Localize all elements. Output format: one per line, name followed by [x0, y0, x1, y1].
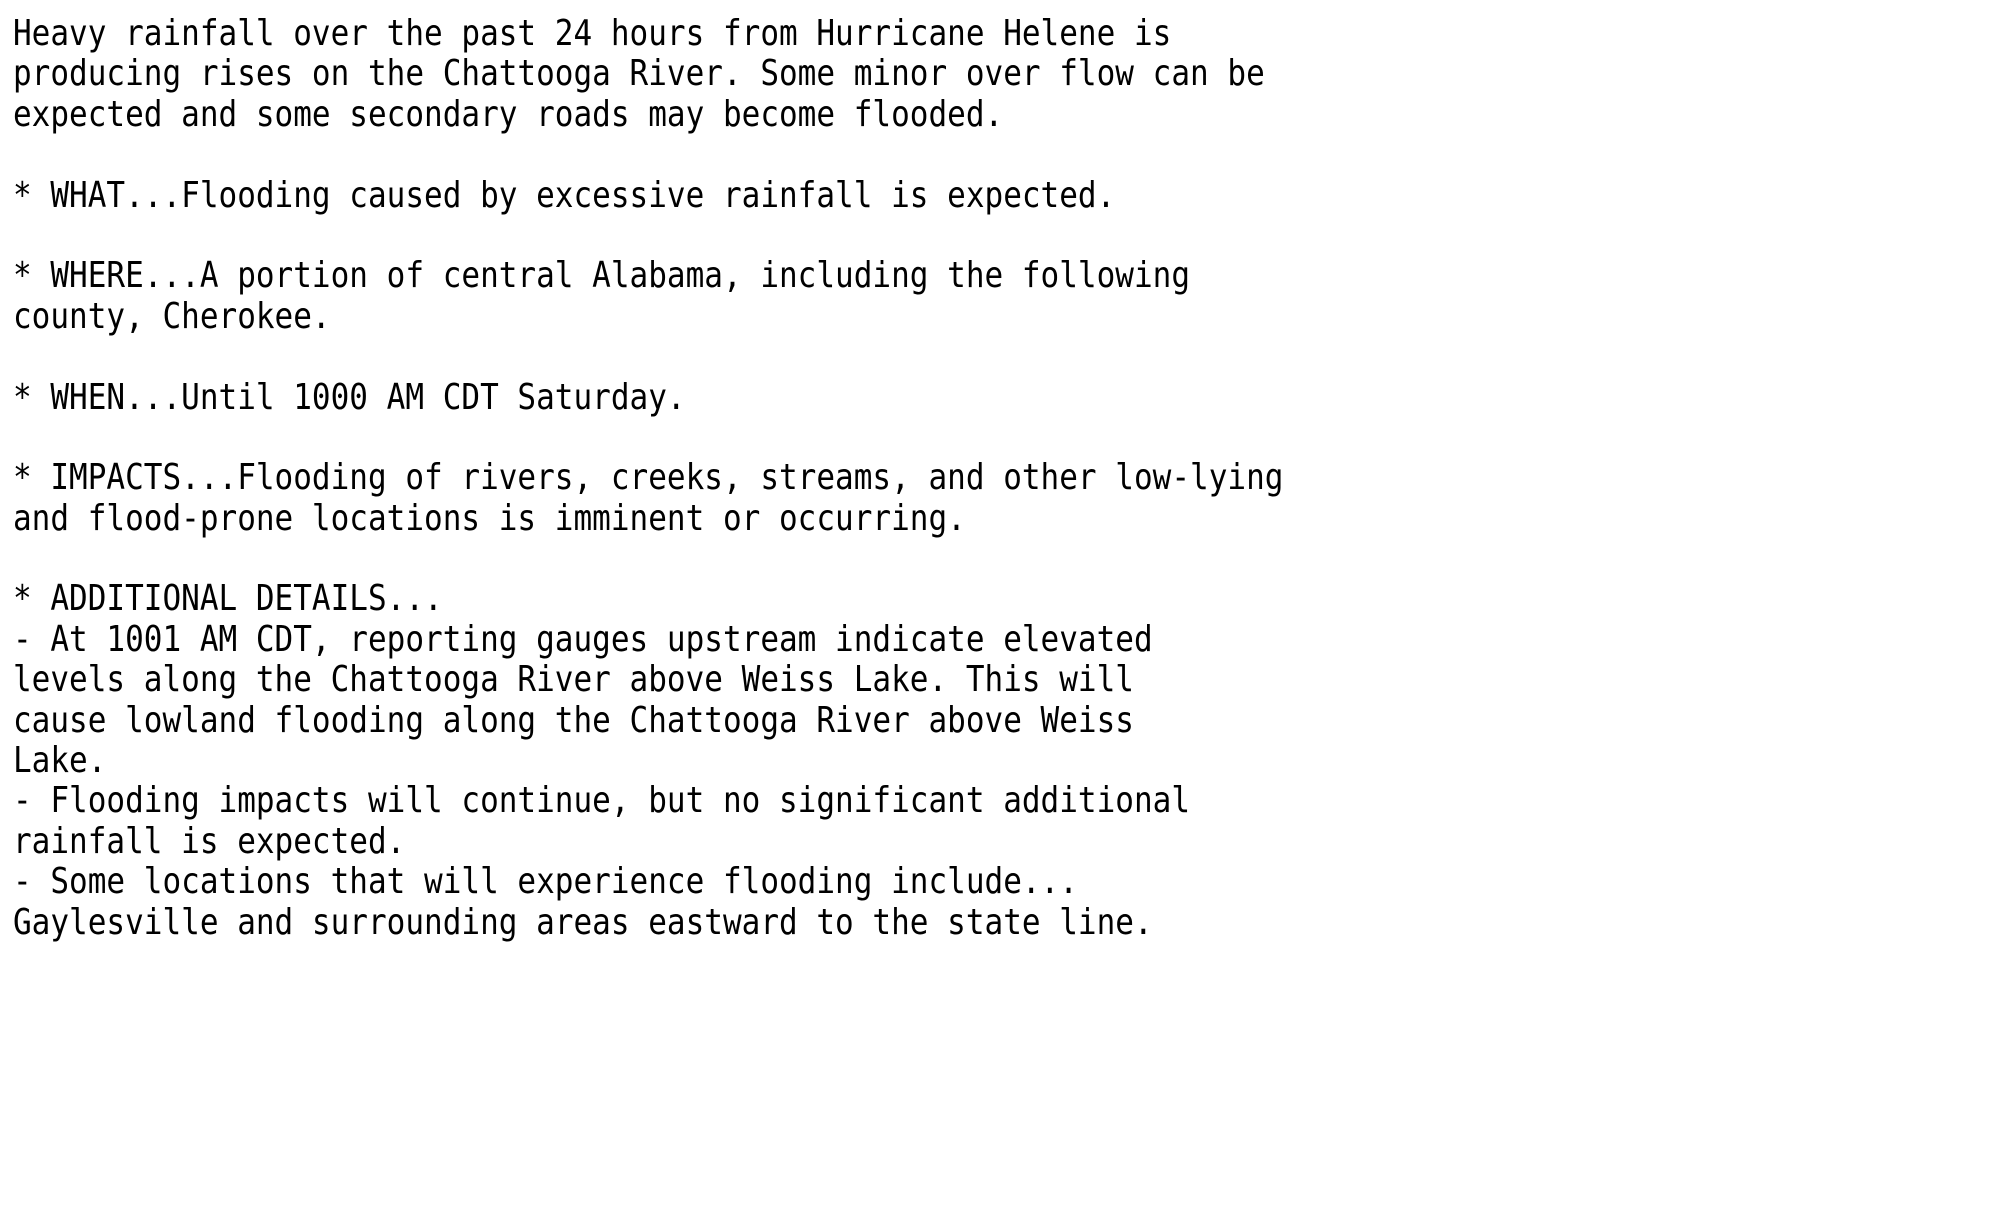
- statement-line-detail-bullet: - Flooding impacts will continue, but no…: [13, 780, 1191, 822]
- statement-line-when: * WHEN...Until 1000 AM CDT Saturday.: [13, 376, 686, 418]
- statement-line: Heavy rainfall over the past 24 hours fr…: [13, 13, 1172, 54]
- statement-line-impacts: * IMPACTS...Flooding of rivers, creeks, …: [13, 457, 1284, 499]
- statement-line-detail-bullet: - Some locations that will experience fl…: [13, 861, 1078, 903]
- statement-line-detail-cont: rainfall is expected.: [13, 820, 406, 862]
- statement-line-where: * WHERE...A portion of central Alabama, …: [13, 255, 1191, 297]
- statement-line-blank: [13, 216, 1726, 256]
- statement-line-impacts-cont: and flood-prone locations is imminent or…: [13, 497, 966, 539]
- statement-line-detail-cont: cause lowland flooding along the Chattoo…: [13, 699, 1134, 741]
- statement-line-detail-cont: Lake.: [13, 740, 107, 782]
- statement-line-blank: [13, 418, 1726, 458]
- statement-line: expected and some secondary roads may be…: [13, 93, 1004, 135]
- statement-line-blank: [13, 135, 1726, 175]
- statement-line: producing rises on the Chattooga River. …: [13, 53, 1265, 95]
- statement-line-blank: [13, 337, 1726, 377]
- statement-line-detail-cont: Gaylesville and surrounding areas eastwa…: [13, 901, 1153, 943]
- statement-line-detail-cont: levels along the Chattooga River above W…: [13, 659, 1134, 701]
- statement-line-blank: [13, 539, 1726, 579]
- flood-warning-statement: Heavy rainfall over the past 24 hours fr…: [0, 0, 2000, 1223]
- statement-line-what: * WHAT...Flooding caused by excessive ra…: [13, 174, 1116, 216]
- statement-line-where-cont: county, Cherokee.: [13, 295, 331, 337]
- statement-line-additional-details: * ADDITIONAL DETAILS...: [13, 578, 443, 620]
- statement-line-detail-bullet: - At 1001 AM CDT, reporting gauges upstr…: [13, 618, 1153, 660]
